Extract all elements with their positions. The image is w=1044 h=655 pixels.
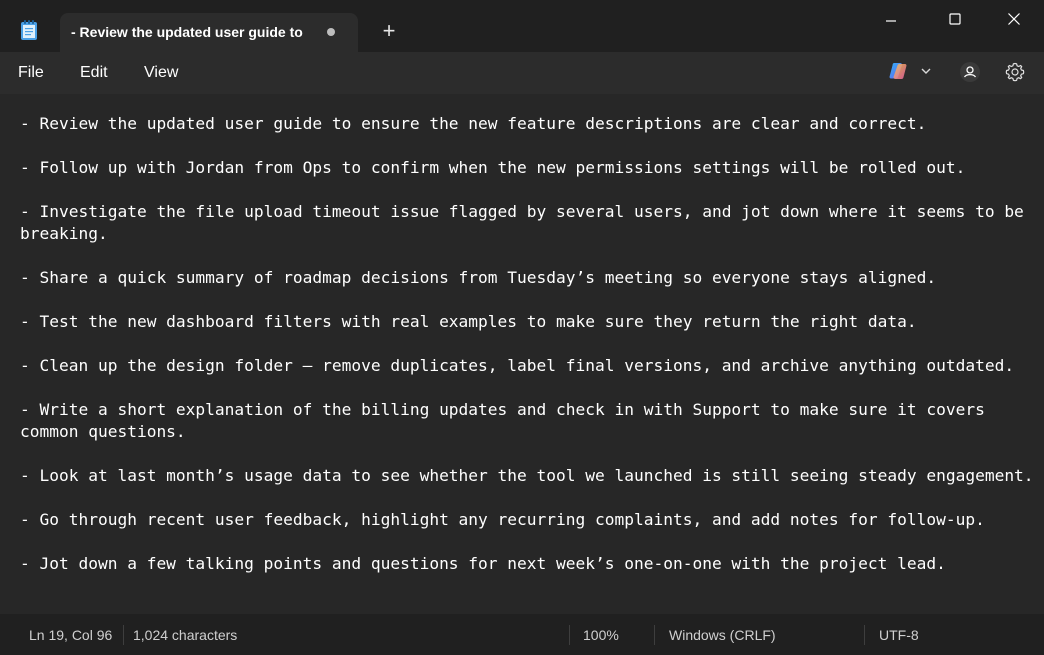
status-divider — [654, 625, 655, 645]
line-ending[interactable]: Windows (CRLF) — [669, 627, 776, 643]
minimize-button[interactable] — [879, 9, 903, 33]
gear-icon[interactable] — [1004, 61, 1026, 83]
document-content[interactable]: - Review the updated user guide to ensur… — [20, 113, 1042, 575]
maximize-icon — [943, 7, 967, 31]
maximize-button[interactable] — [943, 7, 967, 31]
zoom-level[interactable]: 100% — [583, 627, 619, 643]
encoding[interactable]: UTF-8 — [879, 627, 919, 643]
cursor-position[interactable]: Ln 19, Col 96 — [29, 627, 112, 643]
character-count: 1,024 characters — [133, 627, 237, 643]
status-divider — [864, 625, 865, 645]
new-tab-button[interactable]: + — [378, 20, 400, 42]
menu-edit[interactable]: Edit — [80, 64, 108, 82]
close-button[interactable] — [1002, 7, 1026, 31]
chevron-down-icon[interactable] — [919, 64, 933, 78]
title-bar: - Review the updated user guide to + — [0, 0, 1044, 52]
unsaved-dot-icon[interactable] — [327, 28, 335, 36]
account-icon[interactable] — [959, 61, 981, 83]
status-divider — [123, 625, 124, 645]
status-divider — [569, 625, 570, 645]
copilot-icon[interactable] — [888, 60, 910, 82]
menu-view[interactable]: View — [144, 64, 178, 82]
notepad-app-icon — [20, 20, 38, 40]
tab-title: - Review the updated user guide to — [71, 24, 311, 40]
minimize-icon — [879, 9, 903, 33]
close-icon — [1002, 7, 1026, 31]
document-tab[interactable]: - Review the updated user guide to — [60, 13, 358, 52]
text-editor[interactable]: - Review the updated user guide to ensur… — [0, 94, 1044, 614]
status-bar: Ln 19, Col 96 1,024 characters 100% Wind… — [0, 614, 1044, 655]
menu-file[interactable]: File — [18, 64, 44, 82]
